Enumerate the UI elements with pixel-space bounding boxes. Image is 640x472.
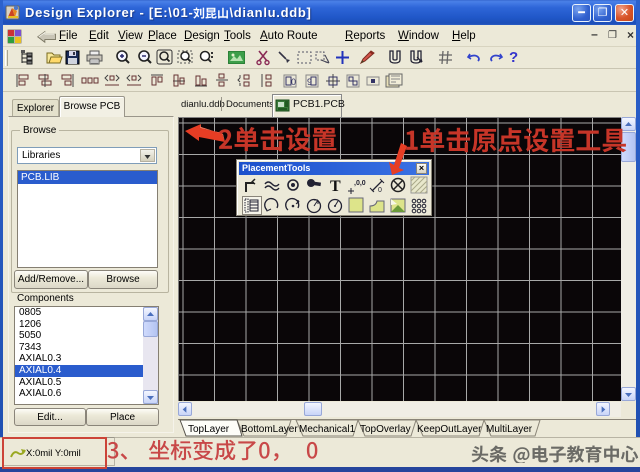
svg-text:0: 0: [378, 187, 382, 194]
svg-text:TopOverlay: TopOverlay: [360, 424, 411, 435]
svg-text:Mechanical1: Mechanical1: [299, 424, 356, 435]
svg-text:,0,0: ,0,0: [354, 180, 366, 187]
svg-text:MultiLayer: MultiLayer: [486, 424, 533, 435]
svg-text:TopLayer: TopLayer: [188, 424, 230, 435]
svg-text:0: 0: [291, 77, 296, 87]
svg-text:T: T: [330, 178, 341, 195]
svg-text:KeepOutLayer: KeepOutLayer: [417, 424, 482, 435]
svg-text:9: 9: [307, 77, 312, 87]
svg-text:BottomLayer: BottomLayer: [241, 424, 298, 435]
